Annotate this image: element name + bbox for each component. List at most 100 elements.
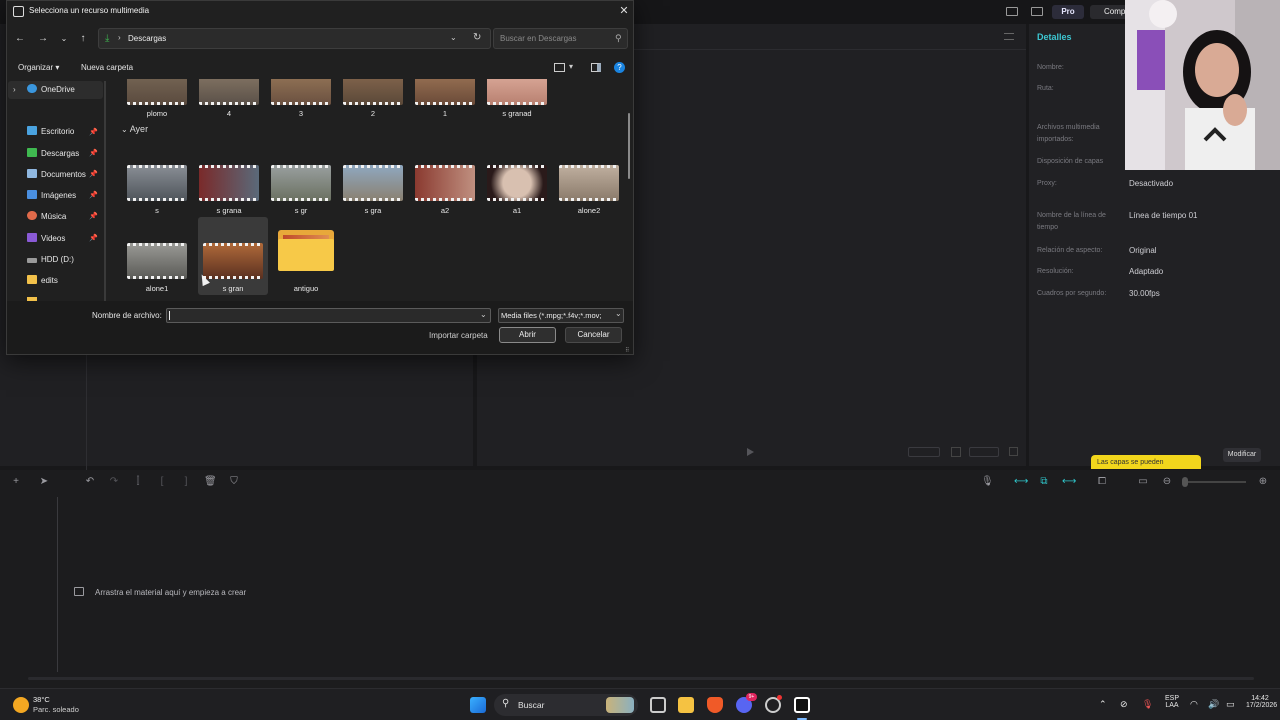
- weather-sun-icon[interactable]: [13, 697, 29, 713]
- group-header-ayer[interactable]: ⌄ Ayer: [121, 124, 148, 134]
- import-folder-button[interactable]: Importar carpeta: [429, 331, 488, 340]
- proxy-value[interactable]: Desactivado: [1129, 179, 1173, 188]
- expand-chevron-icon[interactable]: ›: [13, 85, 16, 94]
- undo-icon[interactable]: ↶: [84, 476, 96, 488]
- new-folder-button[interactable]: Nueva carpeta: [81, 63, 133, 72]
- quality-control[interactable]: [908, 447, 940, 457]
- address-dropdown-icon[interactable]: ⌄: [450, 33, 457, 42]
- dialog-app-icon: [13, 6, 24, 17]
- search-input[interactable]: Buscar en Descargas ⚲: [493, 28, 628, 49]
- tray-app-icon[interactable]: ⊘: [1120, 699, 1128, 710]
- pro-badge[interactable]: Pro: [1052, 5, 1084, 19]
- nav-item-escritorio[interactable]: Escritorio: [27, 124, 74, 140]
- link-clips-icon[interactable]: ⟷: [1014, 476, 1028, 488]
- help-icon[interactable]: ?: [614, 62, 625, 73]
- preview-pane-icon[interactable]: [591, 63, 601, 72]
- file-name: 4: [226, 109, 232, 118]
- up-arrow-icon[interactable]: ↑: [76, 32, 90, 46]
- zoom-out-icon[interactable]: ⊖: [1161, 476, 1173, 488]
- brave-browser-icon[interactable]: [707, 697, 723, 713]
- taskbar-search[interactable]: ⚲ Buscar: [494, 694, 638, 716]
- layers-tooltip: Las capas se pueden: [1091, 455, 1201, 469]
- zoom-slider[interactable]: [1184, 481, 1246, 483]
- close-icon[interactable]: ✕: [617, 4, 631, 18]
- modify-button[interactable]: Modificar: [1223, 448, 1261, 462]
- nav-item-imagenes[interactable]: Imágenes: [27, 188, 76, 204]
- video-thumbnail: [203, 243, 263, 279]
- share-button[interactable]: Comp: [1090, 5, 1130, 19]
- refresh-icon[interactable]: ↻: [473, 32, 481, 43]
- player-menu-icon[interactable]: [1004, 33, 1014, 40]
- view-options-icon[interactable]: [554, 63, 565, 72]
- video-thumbnail: [271, 165, 331, 201]
- layout-icon[interactable]: [1006, 7, 1018, 16]
- add-track-icon[interactable]: +: [10, 476, 22, 488]
- playhead-line[interactable]: [57, 497, 58, 672]
- nav-item-hdd[interactable]: HDD (D:): [27, 252, 74, 268]
- delete-icon[interactable]: 🗑: [204, 476, 217, 488]
- task-view-icon[interactable]: [650, 697, 666, 713]
- fullscreen-icon[interactable]: [1009, 447, 1018, 456]
- pin-icon: 📌: [89, 192, 98, 199]
- battery-icon[interactable]: ▭: [1226, 699, 1235, 710]
- open-button[interactable]: Abrir: [499, 327, 556, 343]
- timeline-scrollbar[interactable]: [28, 677, 1254, 680]
- file-type-select[interactable]: Media files (*.mpg;*.f4v;*.mov;: [498, 308, 624, 323]
- split-right-icon[interactable]: ]: [180, 476, 192, 488]
- wifi-icon[interactable]: ◠: [1190, 699, 1198, 710]
- windows-start-icon[interactable]: [470, 697, 486, 713]
- video-thumbnail: [343, 165, 403, 201]
- screenshot-icon[interactable]: [951, 447, 961, 457]
- preview-axis-icon[interactable]: ⧠: [1096, 476, 1108, 488]
- redo-icon[interactable]: ↷: [108, 476, 120, 488]
- organize-menu[interactable]: Organizar ▾: [18, 63, 59, 72]
- breadcrumb-separator-icon: ›: [118, 33, 121, 42]
- timeline-panel: + ➤ ↶ ↷ ⫿ [ ] 🗑 ⛉ 🎙 ⟷ ⧉ ⟷ ⧠ ▭ ⊖ ⊕ Arrast…: [0, 470, 1280, 688]
- cloud-icon: [27, 84, 37, 93]
- microphone-icon[interactable]: 🎙: [981, 476, 994, 488]
- zoom-slider-handle[interactable]: [1182, 477, 1188, 487]
- capcut-icon[interactable]: [794, 697, 810, 713]
- shortcuts-icon[interactable]: [1031, 7, 1043, 16]
- zoom-in-icon[interactable]: ⊕: [1257, 476, 1269, 488]
- chevron-down-icon[interactable]: ⌄: [615, 309, 622, 318]
- file-explorer-icon[interactable]: [678, 697, 694, 713]
- folder-name: antiguo: [293, 284, 319, 293]
- caption-icon[interactable]: ▭: [1137, 476, 1149, 488]
- snap-icon[interactable]: ⧉: [1038, 476, 1050, 488]
- clock[interactable]: 14:42 17/2/2026: [1246, 695, 1277, 709]
- breadcrumb-downloads[interactable]: Descargas: [128, 34, 166, 43]
- play-icon[interactable]: [747, 448, 754, 456]
- filename-input[interactable]: ⌄: [166, 308, 491, 323]
- nav-item-descargas[interactable]: Descargas: [27, 146, 79, 162]
- cancel-button[interactable]: Cancelar: [565, 327, 622, 343]
- ratio-control[interactable]: [969, 447, 999, 457]
- address-bar[interactable]: ⤓ › Descargas ⌄ ↻: [98, 28, 491, 49]
- back-arrow-icon[interactable]: ←: [13, 32, 27, 46]
- file-list-scrollbar[interactable]: [628, 113, 630, 179]
- clock-time: 14:42: [1251, 695, 1269, 702]
- weather-temperature[interactable]: 38°C: [33, 695, 50, 704]
- nav-item-onedrive[interactable]: OneDrive: [27, 82, 75, 98]
- tray-chevron-icon[interactable]: ⌃: [1099, 699, 1107, 710]
- chevron-down-icon[interactable]: ⌄: [57, 32, 71, 46]
- select-tool-icon[interactable]: ➤: [38, 476, 50, 488]
- nav-item-edits[interactable]: edits: [27, 273, 58, 289]
- shield-icon[interactable]: ⛉: [228, 476, 240, 488]
- resize-grip-icon[interactable]: ⠿: [625, 347, 629, 354]
- chevron-down-icon[interactable]: ⌄: [480, 310, 487, 319]
- nav-pane-scrollbar[interactable]: [104, 81, 106, 301]
- notification-dot: [777, 695, 782, 700]
- nav-item-videos[interactable]: Videos: [27, 231, 65, 247]
- track-link-icon[interactable]: ⟷: [1062, 476, 1076, 488]
- nav-item-documentos[interactable]: Documentos: [27, 167, 86, 183]
- split-icon[interactable]: ⫿: [132, 476, 144, 488]
- volume-icon[interactable]: 🔊: [1208, 699, 1219, 710]
- forward-arrow-icon[interactable]: →: [36, 32, 50, 46]
- split-left-icon[interactable]: [: [156, 476, 168, 488]
- weather-description[interactable]: Parc. soleado: [33, 705, 79, 714]
- language-indicator[interactable]: ESP LAA: [1162, 695, 1182, 709]
- microphone-tray-icon[interactable]: 🎙: [1142, 699, 1153, 710]
- view-dropdown-icon[interactable]: ▾: [569, 62, 573, 71]
- nav-item-musica[interactable]: Música: [27, 209, 66, 225]
